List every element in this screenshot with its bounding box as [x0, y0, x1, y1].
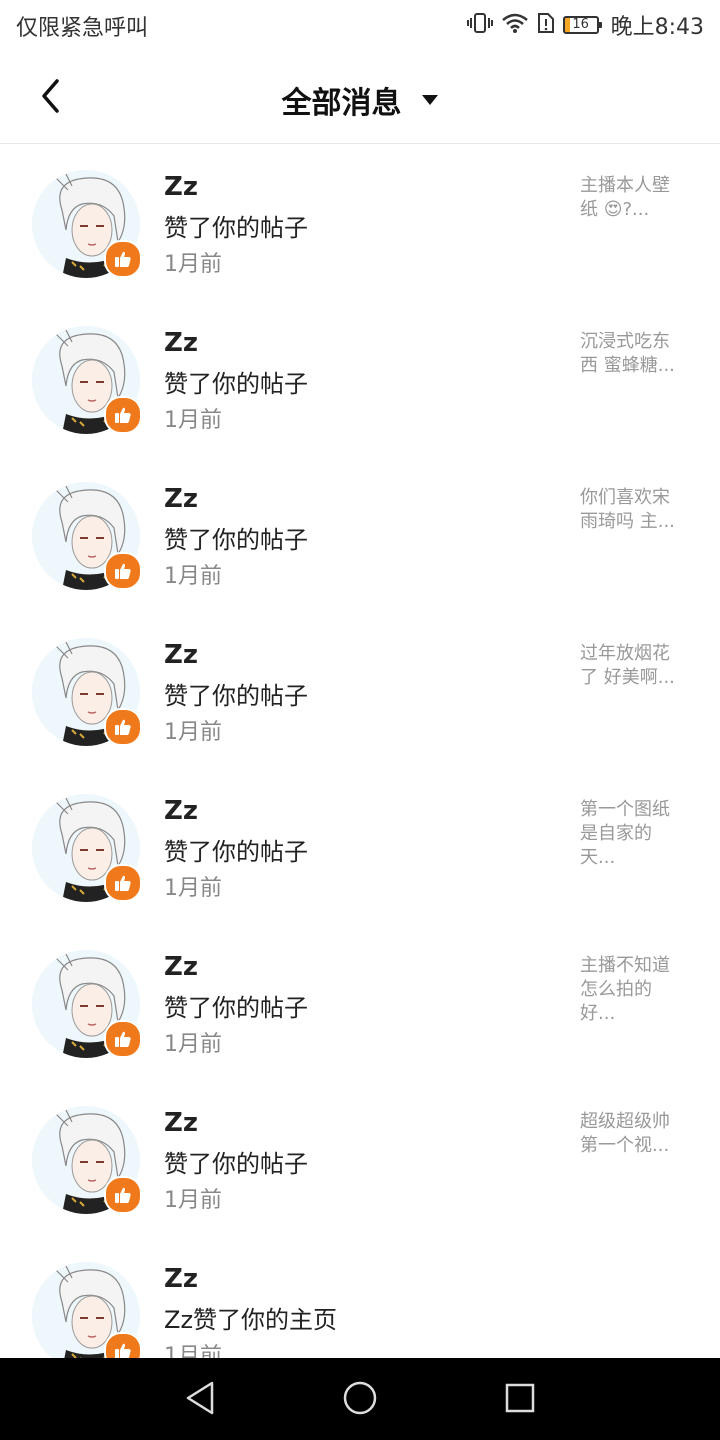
clock: 晚上8:43: [610, 15, 704, 40]
sender-name[interactable]: Zz: [164, 952, 198, 982]
thumbs-up-icon: [114, 874, 132, 892]
message-time: 1月前: [164, 1032, 222, 1057]
avatar[interactable]: [32, 326, 142, 434]
sender-name[interactable]: Zz: [164, 796, 198, 826]
thumbs-up-icon: [114, 718, 132, 736]
sim-alert-icon: [537, 12, 555, 38]
sender-name[interactable]: Zz: [164, 1264, 198, 1294]
nav-back-button[interactable]: [178, 1378, 222, 1422]
sender-name[interactable]: Zz: [164, 1108, 198, 1138]
avatar[interactable]: [32, 170, 142, 278]
message-row[interactable]: Zz 赞了你的帖子 1月前 主播本人壁纸 😍?...: [0, 144, 720, 300]
message-action: 赞了你的帖子: [164, 1150, 308, 1178]
like-badge: [104, 240, 142, 278]
message-action: 赞了你的帖子: [164, 682, 308, 710]
caret-down-icon: [421, 91, 439, 110]
avatar[interactable]: [32, 482, 142, 590]
battery-icon: 16: [562, 16, 602, 34]
message-list: Zz 赞了你的帖子 1月前 主播本人壁纸 😍?... Zz 赞了你的帖子 1月前…: [0, 144, 720, 1358]
message-action: 赞了你的帖子: [164, 214, 308, 242]
message-action: 赞了你的帖子: [164, 526, 308, 554]
thumbs-up-icon: [114, 1342, 132, 1358]
thumbs-up-icon: [114, 562, 132, 580]
sender-name[interactable]: Zz: [164, 172, 198, 202]
like-badge: [104, 1332, 142, 1358]
back-triangle-icon: [184, 1381, 216, 1419]
message-action: Zz赞了你的主页: [164, 1306, 338, 1334]
home-circle-icon: [342, 1380, 378, 1420]
page-title: 全部消息: [281, 86, 402, 121]
message-filter-dropdown[interactable]: 全部消息: [0, 78, 720, 122]
avatar[interactable]: [32, 794, 142, 902]
vibrate-icon: [466, 12, 493, 38]
like-badge: [104, 552, 142, 590]
message-time: 1月前: [164, 876, 222, 901]
message-row[interactable]: Zz 赞了你的帖子 1月前 第一个图纸是自家的天...: [0, 768, 720, 924]
like-badge: [104, 864, 142, 902]
message-time: 1月前: [164, 720, 222, 745]
carrier-status-text: 仅限紧急呼叫: [16, 16, 149, 41]
message-time: 1月前: [164, 408, 222, 433]
like-badge: [104, 1020, 142, 1058]
message-row[interactable]: Zz Zz赞了你的主页 1月前: [0, 1236, 720, 1358]
message-row[interactable]: Zz 赞了你的帖子 1月前 你们喜欢宋雨琦吗 主...: [0, 456, 720, 612]
post-preview[interactable]: 主播本人壁纸 😍?...: [580, 174, 684, 222]
nav-recents-button[interactable]: [498, 1378, 542, 1422]
message-row[interactable]: Zz 赞了你的帖子 1月前 过年放烟花了 好美啊...: [0, 612, 720, 768]
avatar[interactable]: [32, 1262, 142, 1358]
message-row[interactable]: Zz 赞了你的帖子 1月前 超级超级帅第一个视...: [0, 1080, 720, 1236]
post-preview[interactable]: 你们喜欢宋雨琦吗 主...: [580, 486, 684, 534]
post-preview[interactable]: 第一个图纸是自家的天...: [580, 798, 684, 870]
like-badge: [104, 708, 142, 746]
recents-square-icon: [504, 1382, 536, 1418]
avatar[interactable]: [32, 638, 142, 746]
header: 全部消息: [0, 50, 720, 144]
like-badge: [104, 396, 142, 434]
like-badge: [104, 1176, 142, 1214]
sender-name[interactable]: Zz: [164, 640, 198, 670]
message-time: 1月前: [164, 252, 222, 277]
thumbs-up-icon: [114, 1186, 132, 1204]
wifi-icon: [501, 12, 529, 38]
message-time: 1月前: [164, 564, 222, 589]
nav-home-button[interactable]: [338, 1378, 382, 1422]
sender-name[interactable]: Zz: [164, 328, 198, 358]
message-row[interactable]: Zz 赞了你的帖子 1月前 沉浸式吃东西 蜜蜂糖...: [0, 300, 720, 456]
avatar[interactable]: [32, 1106, 142, 1214]
message-time: 1月前: [164, 1344, 222, 1358]
navigation-bar: [0, 1358, 720, 1440]
thumbs-up-icon: [114, 250, 132, 268]
post-preview[interactable]: 超级超级帅第一个视...: [580, 1110, 684, 1158]
message-action: 赞了你的帖子: [164, 838, 308, 866]
status-bar: 仅限紧急呼叫 16 晚上8:43: [0, 0, 720, 50]
post-preview[interactable]: 主播不知道怎么拍的好...: [580, 954, 684, 1026]
post-preview[interactable]: 沉浸式吃东西 蜜蜂糖...: [580, 330, 684, 378]
message-time: 1月前: [164, 1188, 222, 1213]
thumbs-up-icon: [114, 406, 132, 424]
status-icons: 16 晚上8:43: [466, 8, 704, 42]
avatar[interactable]: [32, 950, 142, 1058]
message-action: 赞了你的帖子: [164, 370, 308, 398]
sender-name[interactable]: Zz: [164, 484, 198, 514]
message-row[interactable]: Zz 赞了你的帖子 1月前 主播不知道怎么拍的好...: [0, 924, 720, 1080]
post-preview[interactable]: 过年放烟花了 好美啊...: [580, 642, 684, 690]
message-action: 赞了你的帖子: [164, 994, 308, 1022]
thumbs-up-icon: [114, 1030, 132, 1048]
